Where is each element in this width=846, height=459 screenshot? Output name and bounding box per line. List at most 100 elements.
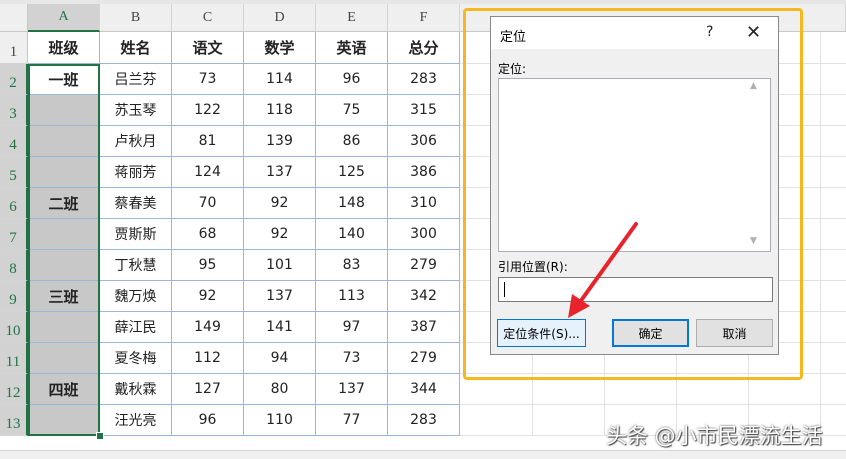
row-header-12[interactable]: 12 [0, 374, 28, 405]
score-cell[interactable]: 300 [388, 219, 460, 250]
score-cell[interactable]: 94 [244, 343, 316, 374]
help-button[interactable]: ? [706, 24, 713, 40]
row-header-6[interactable]: 6 [0, 188, 28, 219]
class-cell[interactable] [28, 126, 100, 157]
score-cell[interactable]: 137 [244, 157, 316, 188]
goto-listbox[interactable] [498, 78, 771, 252]
score-cell[interactable]: 140 [316, 219, 388, 250]
score-cell[interactable]: 83 [316, 250, 388, 281]
class-cell[interactable] [28, 157, 100, 188]
score-cell[interactable]: 80 [244, 374, 316, 405]
ok-button[interactable]: 确定 [612, 319, 689, 347]
score-cell[interactable]: 97 [316, 312, 388, 343]
name-cell[interactable]: 蒋丽芳 [100, 157, 172, 188]
score-cell[interactable]: 95 [172, 250, 244, 281]
score-cell[interactable]: 137 [316, 374, 388, 405]
name-cell[interactable]: 卢秋月 [100, 126, 172, 157]
class-cell[interactable] [28, 405, 100, 436]
score-cell[interactable]: 77 [316, 405, 388, 436]
class-cell[interactable]: 一班 [28, 64, 100, 95]
class-cell[interactable] [28, 312, 100, 343]
column-header-a[interactable]: A [28, 4, 100, 32]
score-cell[interactable]: 141 [244, 312, 316, 343]
score-cell[interactable]: 73 [172, 64, 244, 95]
column-header-f[interactable]: F [388, 4, 460, 32]
row-header-4[interactable]: 4 [0, 126, 28, 157]
name-cell[interactable]: 吕兰芬 [100, 64, 172, 95]
score-cell[interactable]: 68 [172, 219, 244, 250]
class-cell[interactable] [28, 343, 100, 374]
row-header-7[interactable]: 7 [0, 219, 28, 250]
close-icon[interactable]: ✕ [746, 22, 761, 43]
name-cell[interactable]: 贾斯斯 [100, 219, 172, 250]
header-cell[interactable]: 姓名 [100, 32, 172, 64]
score-cell[interactable]: 310 [388, 188, 460, 219]
name-cell[interactable]: 戴秋霖 [100, 374, 172, 405]
name-cell[interactable]: 苏玉琴 [100, 95, 172, 126]
score-cell[interactable]: 315 [388, 95, 460, 126]
column-header-c[interactable]: C [172, 4, 244, 32]
score-cell[interactable]: 137 [244, 281, 316, 312]
class-cell[interactable]: 四班 [28, 374, 100, 405]
score-cell[interactable]: 306 [388, 126, 460, 157]
score-cell[interactable]: 283 [388, 64, 460, 95]
fill-handle[interactable] [96, 432, 104, 440]
header-cell[interactable]: 语文 [172, 32, 244, 64]
name-cell[interactable]: 蔡春美 [100, 188, 172, 219]
row-header-8[interactable]: 8 [0, 250, 28, 281]
row-header-3[interactable]: 3 [0, 95, 28, 126]
score-cell[interactable]: 86 [316, 126, 388, 157]
score-cell[interactable]: 342 [388, 281, 460, 312]
row-header-11[interactable]: 11 [0, 343, 28, 374]
select-all-corner[interactable] [0, 4, 28, 32]
row-header-13[interactable]: 13 [0, 405, 28, 436]
score-cell[interactable]: 75 [316, 95, 388, 126]
header-cell[interactable]: 班级 [28, 32, 100, 64]
score-cell[interactable]: 70 [172, 188, 244, 219]
score-cell[interactable]: 92 [172, 281, 244, 312]
name-cell[interactable]: 魏万焕 [100, 281, 172, 312]
score-cell[interactable]: 127 [172, 374, 244, 405]
score-cell[interactable]: 279 [388, 250, 460, 281]
row-header-1[interactable]: 1 [0, 32, 28, 64]
dialog-titlebar[interactable]: 定位 ? ✕ [491, 17, 778, 49]
score-cell[interactable]: 96 [316, 64, 388, 95]
score-cell[interactable]: 101 [244, 250, 316, 281]
row-header-9[interactable]: 9 [0, 281, 28, 312]
score-cell[interactable]: 118 [244, 95, 316, 126]
class-cell[interactable]: 二班 [28, 188, 100, 219]
score-cell[interactable]: 283 [388, 405, 460, 436]
score-cell[interactable]: 149 [172, 312, 244, 343]
row-header-5[interactable]: 5 [0, 157, 28, 188]
class-cell[interactable] [28, 250, 100, 281]
score-cell[interactable]: 122 [172, 95, 244, 126]
score-cell[interactable]: 344 [388, 374, 460, 405]
score-cell[interactable]: 92 [244, 219, 316, 250]
name-cell[interactable]: 薛江民 [100, 312, 172, 343]
column-header-d[interactable]: D [244, 4, 316, 32]
cancel-button[interactable]: 取消 [696, 319, 773, 347]
name-cell[interactable]: 丁秋慧 [100, 250, 172, 281]
score-cell[interactable]: 386 [388, 157, 460, 188]
header-cell[interactable]: 数学 [244, 32, 316, 64]
scroll-down-icon[interactable]: ▼ [750, 236, 757, 246]
special-button[interactable]: 定位条件(S)... [497, 319, 586, 347]
column-header-b[interactable]: B [100, 4, 172, 32]
score-cell[interactable]: 110 [244, 405, 316, 436]
class-cell[interactable] [28, 219, 100, 250]
class-cell[interactable] [28, 95, 100, 126]
header-cell[interactable]: 总分 [388, 32, 460, 64]
score-cell[interactable]: 124 [172, 157, 244, 188]
score-cell[interactable]: 114 [244, 64, 316, 95]
score-cell[interactable]: 387 [388, 312, 460, 343]
score-cell[interactable]: 92 [244, 188, 316, 219]
score-cell[interactable]: 112 [172, 343, 244, 374]
row-header-2[interactable]: 2 [0, 64, 28, 95]
score-cell[interactable]: 96 [172, 405, 244, 436]
scroll-up-icon[interactable]: ▲ [750, 81, 757, 91]
name-cell[interactable]: 汪光亮 [100, 405, 172, 436]
header-cell[interactable]: 英语 [316, 32, 388, 64]
score-cell[interactable]: 73 [316, 343, 388, 374]
score-cell[interactable]: 81 [172, 126, 244, 157]
column-header-e[interactable]: E [316, 4, 388, 32]
